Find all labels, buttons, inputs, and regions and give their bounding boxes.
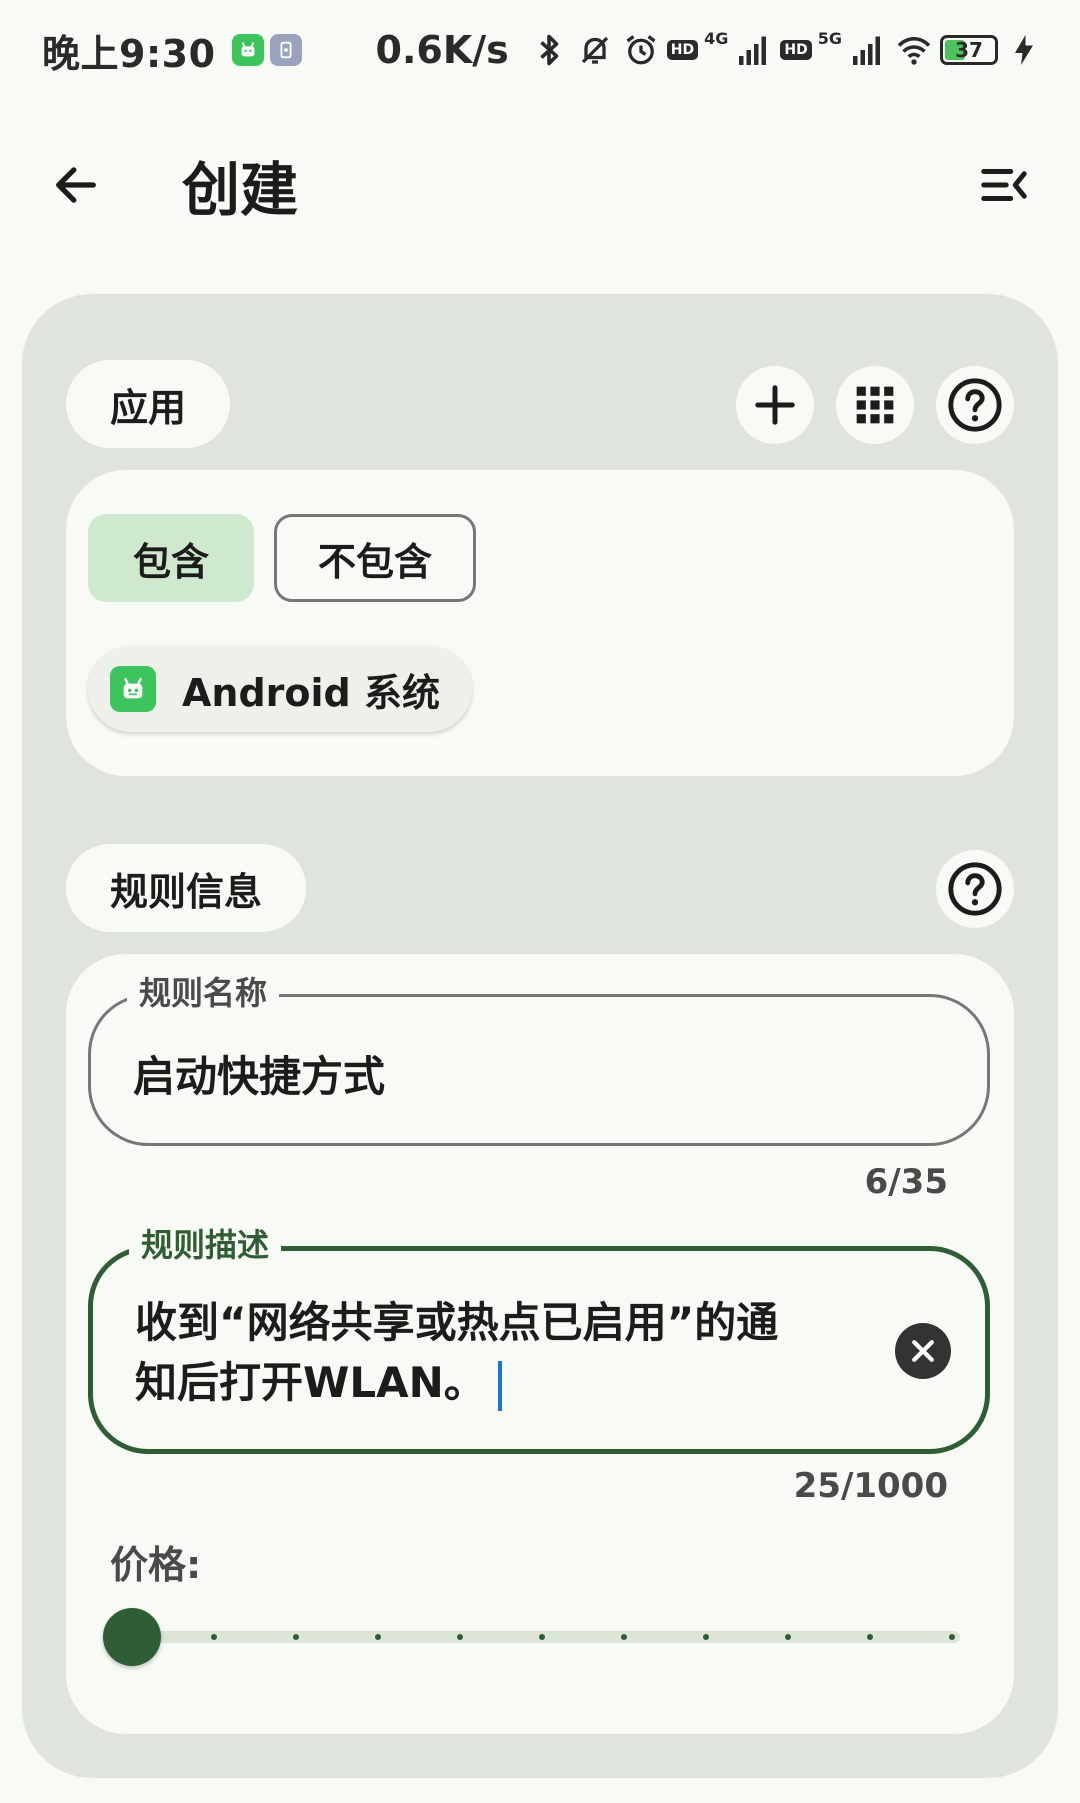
slider-tick-3: [375, 1634, 381, 1640]
alarm-icon: [621, 30, 661, 70]
slider-track: [124, 1631, 960, 1643]
rule-editor-panel: 应用 包含 不包含 Android 系统 规则信息 规则名称 启动快捷方式 6/…: [22, 294, 1058, 1778]
text-cursor: [497, 1360, 502, 1411]
include-button[interactable]: 包含: [88, 514, 254, 602]
rule-name-value: 启动快捷方式: [133, 1052, 386, 1101]
add-icon[interactable]: [736, 366, 814, 444]
rule-description-counter: 25/1000: [793, 1466, 948, 1506]
slider-tick-10: [949, 1634, 955, 1640]
rule-info-card: 规则名称 启动快捷方式 6/35 规则描述 收到“网络共享或热点已启用”的通 知…: [66, 954, 1014, 1734]
battery-level: 37: [955, 38, 983, 62]
rule-description-line-2: 知后打开WLAN。: [135, 1358, 486, 1407]
wifi-icon: [894, 30, 934, 70]
slider-tick-4: [457, 1634, 463, 1640]
signal-icon: [734, 30, 774, 70]
page-title: 创建: [182, 156, 299, 224]
grid-icon[interactable]: [836, 366, 914, 444]
price-label: 价格:: [110, 1543, 202, 1587]
rule-description-value: 收到“网络共享或热点已启用”的通 知后打开WLAN。: [135, 1293, 778, 1413]
mute-bell-icon: [575, 30, 615, 70]
rule-description-label: 规则描述: [129, 1221, 282, 1269]
clear-text-icon[interactable]: [895, 1323, 951, 1379]
help-icon[interactable]: [936, 366, 1014, 444]
rule-info-help-icon[interactable]: [936, 850, 1014, 928]
rule-name-counter: 6/35: [864, 1162, 948, 1202]
rule-name-label: 规则名称: [127, 969, 280, 1017]
rule-name-field[interactable]: 规则名称 启动快捷方式: [88, 969, 990, 1146]
charging-icon: [1004, 30, 1044, 70]
android-system-app-icon: [110, 666, 156, 712]
bluetooth-icon: [529, 30, 569, 70]
network-4g-label: 4G: [704, 28, 729, 48]
slider-tick-2: [293, 1634, 299, 1640]
slider-tick-5: [539, 1634, 545, 1640]
status-bar: 晚上9:30 0.6K/s HD 4G HD 5G 37: [0, 0, 1080, 100]
slider-tick-7: [703, 1634, 709, 1640]
rule-description-field[interactable]: 规则描述 收到“网络共享或热点已启用”的通 知后打开WLAN。: [88, 1221, 990, 1454]
slider-tick-6: [621, 1634, 627, 1640]
net-speed: 0.6K/s: [375, 28, 509, 72]
signal-icon-2: [848, 30, 888, 70]
status-time: 晚上9:30: [42, 31, 216, 76]
battery-icon: 37: [940, 35, 998, 65]
rule-info-heading: 规则信息: [66, 844, 307, 932]
apps-card: 包含 不包含 Android 系统: [66, 470, 1014, 776]
app-notification-icon: [231, 34, 264, 66]
apps-section-heading: 应用: [66, 360, 231, 448]
slider-tick-8: [785, 1634, 791, 1640]
app-chip-label: Android 系统: [182, 670, 440, 715]
slider-tick-1: [211, 1634, 217, 1640]
slider-thumb[interactable]: [103, 1608, 161, 1666]
app-chip-android-system[interactable]: Android 系统: [88, 646, 472, 732]
rule-description-line-1: 收到“网络共享或热点已启用”的通: [135, 1298, 779, 1347]
arrow-back-icon[interactable]: [40, 149, 112, 221]
network-5g-label: 5G: [817, 28, 842, 48]
hd-badge-2: HD: [780, 40, 812, 60]
screen-record-icon: [269, 34, 302, 66]
menu-collapse-icon[interactable]: [968, 149, 1040, 221]
hd-badge: HD: [666, 40, 699, 60]
exclude-button[interactable]: 不包含: [274, 514, 476, 602]
top-app-bar: 创建: [0, 120, 1080, 250]
slider-tick-9: [867, 1634, 873, 1640]
